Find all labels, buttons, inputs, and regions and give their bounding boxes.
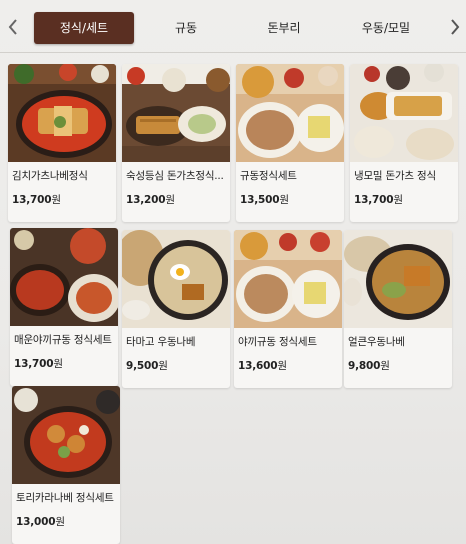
menu-item-price: 9,800원 xyxy=(348,360,390,372)
menu-item-name: 숙성등심 돈가츠정식... xyxy=(126,170,224,182)
menu-item-card[interactable]: 숙성등심 돈가츠정식... 13,200원 xyxy=(122,64,230,222)
menu-item-card[interactable]: 토리카라나베 정식세트 13,000원 xyxy=(12,386,120,544)
menu-item-price: 13,700원 xyxy=(14,358,63,370)
menu-item-name: 타마고 우동나베 xyxy=(126,336,196,348)
category-tab-bar: 정식/세트 규동 돈부리 우동/모밀 xyxy=(0,8,466,53)
food-photo xyxy=(234,230,342,328)
food-photo xyxy=(344,230,452,328)
food-photo xyxy=(8,64,116,162)
food-photo xyxy=(122,230,230,328)
menu-item-price: 13,500원 xyxy=(240,194,289,206)
food-photo xyxy=(122,64,230,162)
tab-divider xyxy=(0,52,466,53)
kiosk-screen: 정식/세트 규동 돈부리 우동/모밀 김치가츠나베정식 13,700원 숙성등심… xyxy=(0,0,466,544)
menu-item-card[interactable]: 타마고 우동나베 9,500원 xyxy=(122,230,230,388)
menu-item-price: 13,200원 xyxy=(126,194,175,206)
menu-item-name: 냉모밀 돈가츠 정식 xyxy=(354,170,436,182)
tab-gyudon[interactable]: 규동 xyxy=(138,12,234,44)
menu-item-price: 9,500원 xyxy=(126,360,168,372)
menu-item-card[interactable]: 냉모밀 돈가츠 정식 13,700원 xyxy=(350,64,458,222)
menu-item-card[interactable]: 얼큰우동나베 9,800원 xyxy=(344,230,452,388)
menu-item-card[interactable]: 규동정식세트 13,500원 xyxy=(236,64,344,222)
tab-udon-soba[interactable]: 우동/모밀 xyxy=(336,12,436,44)
food-photo xyxy=(10,228,118,326)
menu-item-name: 규동정식세트 xyxy=(240,170,297,182)
food-photo xyxy=(12,386,120,484)
menu-item-price: 13,700원 xyxy=(12,194,61,206)
menu-item-card[interactable]: 야끼규동 정식세트 13,600원 xyxy=(234,230,342,388)
menu-item-price: 13,600원 xyxy=(238,360,287,372)
menu-item-price: 13,700원 xyxy=(354,194,403,206)
menu-item-name: 김치가츠나베정식 xyxy=(12,170,88,182)
menu-item-price: 13,000원 xyxy=(16,516,65,528)
menu-item-name: 토리카라나베 정식세트 xyxy=(16,492,114,504)
chevron-left-icon[interactable] xyxy=(4,14,22,40)
tab-set-meal[interactable]: 정식/세트 xyxy=(34,12,134,44)
menu-item-name: 야끼규동 정식세트 xyxy=(238,336,317,348)
menu-item-name: 얼큰우동나베 xyxy=(348,336,405,348)
food-photo xyxy=(350,64,458,162)
tab-donburi[interactable]: 돈부리 xyxy=(236,12,332,44)
menu-item-name: 매운야끼규동 정식세트 xyxy=(14,334,112,346)
chevron-right-icon[interactable] xyxy=(446,14,464,40)
food-photo xyxy=(236,64,344,162)
menu-item-card[interactable]: 매운야끼규동 정식세트 13,700원 xyxy=(10,228,118,386)
menu-item-card[interactable]: 김치가츠나베정식 13,700원 xyxy=(8,64,116,222)
